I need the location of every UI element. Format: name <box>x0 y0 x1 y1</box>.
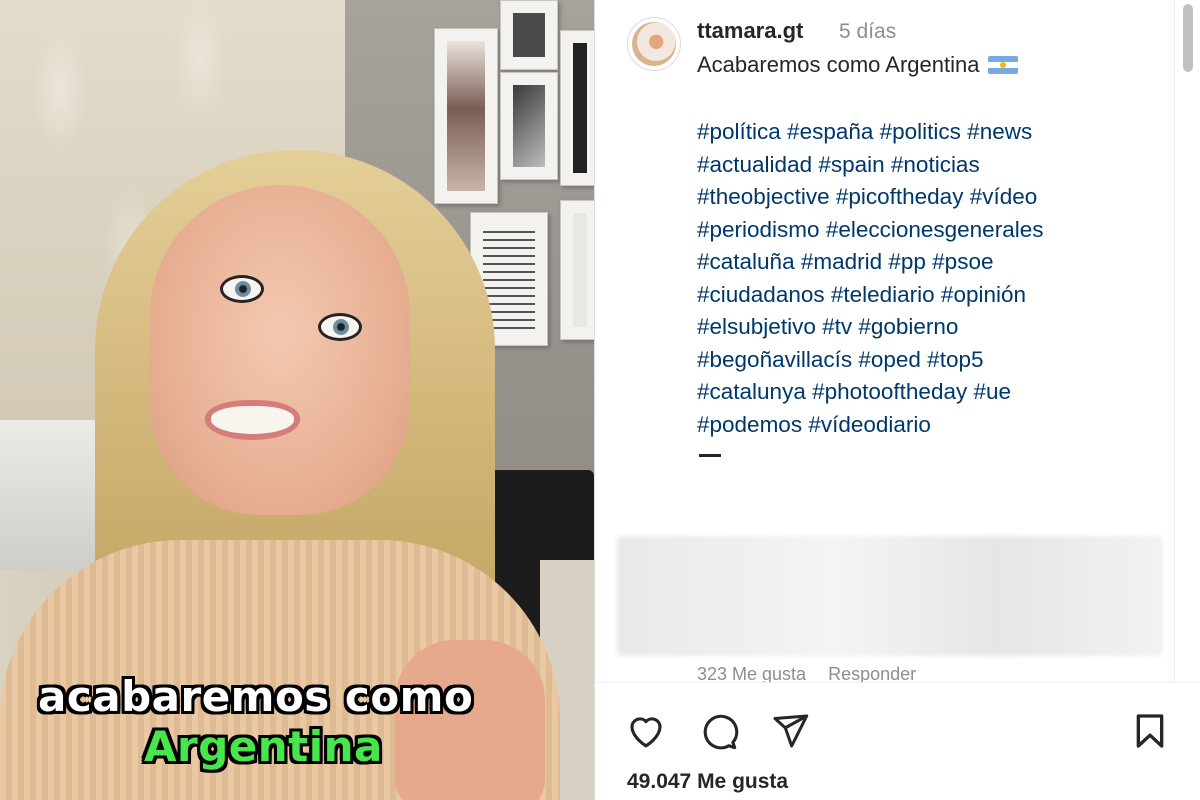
heart-icon <box>630 717 662 748</box>
post-caption-text: Acabaremos como Argentina <box>697 52 980 77</box>
left-eye <box>220 275 264 303</box>
send-icon <box>773 714 809 748</box>
person-face <box>150 185 410 515</box>
blurred-comment <box>617 536 1163 656</box>
reply-button[interactable]: Responder <box>828 664 916 682</box>
hashtag-line[interactable]: #begoñavillacís #oped #top5 <box>697 344 1137 377</box>
wall-frame <box>560 200 594 340</box>
wall-frame <box>500 0 558 70</box>
avatar[interactable] <box>627 17 681 71</box>
post-details-panel: ttamara.gt 5 días Acabaremos como Argent… <box>594 0 1200 800</box>
post-time[interactable]: 5 días <box>839 20 896 44</box>
avatar-image <box>632 22 676 66</box>
hashtag-line[interactable]: #ciudadanos #telediario #opinión <box>697 279 1137 312</box>
hashtag-line[interactable]: #cataluña #madrid #pp #psoe <box>697 246 1137 279</box>
wall-frame <box>560 30 594 186</box>
wall-frame <box>434 28 498 204</box>
hashtag-list: #política #españa #politics #news #actua… <box>697 116 1137 441</box>
post-caption: Acabaremos como Argentina <box>697 52 1018 78</box>
wall-frame <box>500 72 558 180</box>
username-link[interactable]: ttamara.gt <box>697 18 803 44</box>
hashtag-line[interactable]: #periodismo #eleccionesgenerales <box>697 214 1137 247</box>
argentina-flag-icon <box>987 56 1018 74</box>
comment-icon <box>703 714 739 750</box>
hashtag-line[interactable]: #elsubjetivo #tv #gobierno <box>697 311 1137 344</box>
scrollbar-thumb[interactable] <box>1183 4 1193 72</box>
video-caption-line2: Argentina <box>144 722 383 771</box>
post-likes[interactable]: 49.047 Me gusta <box>627 770 788 794</box>
actions-divider <box>595 682 1200 683</box>
mouth <box>205 400 300 440</box>
hashtag-line[interactable]: #catalunya #photooftheday #ue <box>697 376 1137 409</box>
comment-likes[interactable]: 323 Me gusta <box>697 664 806 682</box>
post-video[interactable]: acabaremos como Argentina <box>0 0 594 800</box>
hashtag-line[interactable]: #podemos #vídeodiario <box>697 409 1137 442</box>
bookmark-icon <box>1136 714 1164 748</box>
comment-meta: 323 Me gusta Responder <box>697 664 916 682</box>
hashtag-line[interactable]: #política #españa #politics #news <box>697 116 1137 149</box>
save-button[interactable] <box>1127 708 1173 754</box>
share-button[interactable] <box>767 708 813 754</box>
hashtag-line[interactable]: #theobjective #picoftheday #vídeo <box>697 181 1137 214</box>
comment-button[interactable] <box>695 708 741 754</box>
scrollbar[interactable] <box>1174 0 1200 682</box>
caption-separator <box>699 454 721 457</box>
like-button[interactable] <box>623 708 669 754</box>
hashtag-line[interactable]: #actualidad #spain #noticias <box>697 149 1137 182</box>
right-eye <box>318 313 362 341</box>
video-caption-line1: acabaremos como <box>38 672 474 721</box>
